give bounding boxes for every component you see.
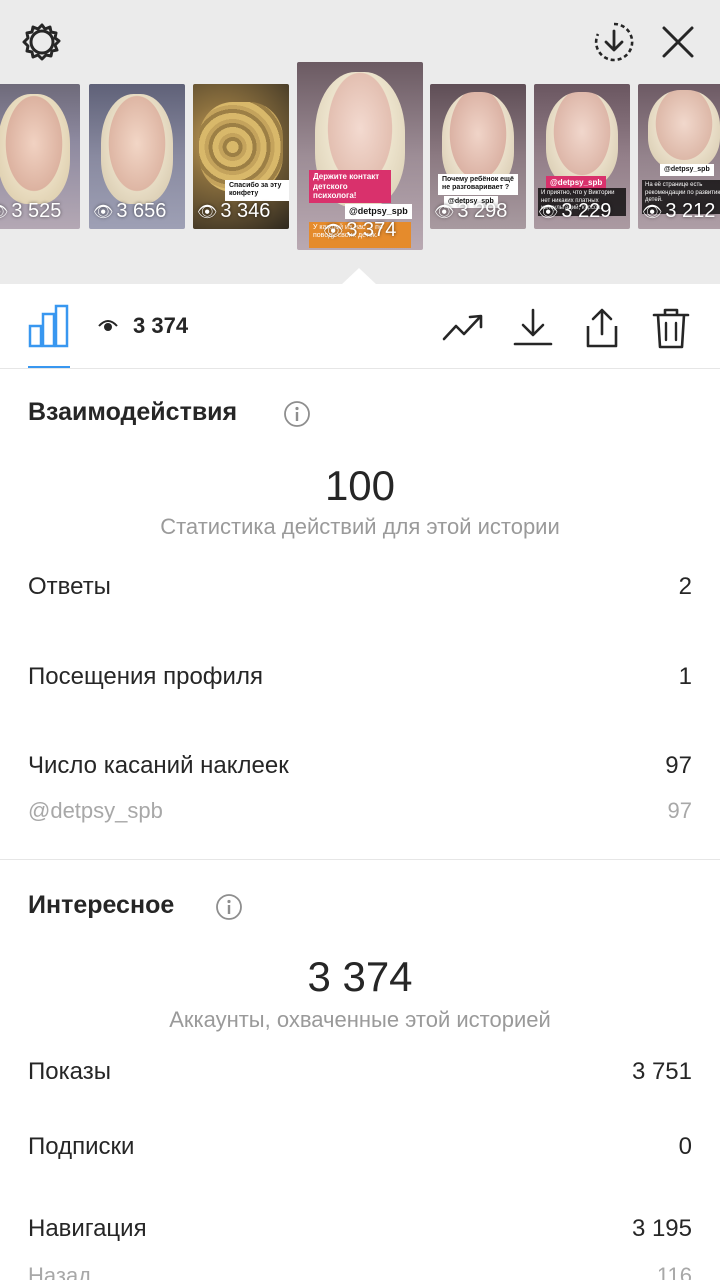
download-circle-icon[interactable] xyxy=(592,20,636,64)
story-mention: @detpsy_spb xyxy=(345,204,412,219)
story-caption: Держите контакт детского психолога! xyxy=(309,170,391,203)
story-caption: Почему ребёнок ещё не разговаривает ? xyxy=(438,174,518,195)
story-image xyxy=(546,92,618,187)
trending-icon[interactable] xyxy=(441,306,485,350)
sticker-taps-label: Число касаний наклеек xyxy=(28,752,289,779)
insights-sheet xyxy=(0,284,720,1280)
discovery-subtitle: Аккаунты, охваченные этой историей xyxy=(169,1007,551,1032)
story-image xyxy=(101,94,173,204)
info-icon[interactable] xyxy=(283,400,311,428)
eye-icon xyxy=(98,320,118,331)
trash-icon[interactable] xyxy=(649,306,693,350)
profile-visits-value: 1 xyxy=(678,663,692,690)
follows-value: 0 xyxy=(678,1133,692,1160)
selected-story-pointer xyxy=(341,268,377,285)
impressions-label: Показы xyxy=(28,1058,111,1085)
story-thumbnail-selected[interactable]: Держите контакт детского психолога! @det… xyxy=(297,62,423,250)
story-views: 👁 3 298 xyxy=(434,200,508,222)
profile-visits-label: Посещения профиля xyxy=(28,663,263,690)
story-image xyxy=(199,102,283,192)
mention-sticker-label: @detpsy_spb xyxy=(28,798,163,823)
sticker-taps-value: 97 xyxy=(665,752,692,779)
impressions-value: 3 751 xyxy=(631,1058,692,1085)
replies-label: Ответы xyxy=(28,573,111,600)
story-views: 👁3 525 xyxy=(0,200,62,222)
download-icon[interactable] xyxy=(511,306,555,350)
navigation-value: 3 195 xyxy=(631,1215,692,1242)
story-caption: Спасибо за эту конфету xyxy=(225,180,289,201)
story-strip: 👁3 525 👁3 656 Спасибо за эту конфету 👁3 … xyxy=(0,0,720,284)
mention-sticker-value: 97 xyxy=(667,798,692,823)
story-views: 👁 3 229 xyxy=(538,200,612,222)
insights-toolbar: 3 374 xyxy=(0,284,720,369)
share-icon[interactable] xyxy=(580,306,624,350)
interactions-title: Взаимодействия xyxy=(28,398,238,426)
navigation-label: Навигация xyxy=(28,1215,147,1242)
tab-insights[interactable] xyxy=(28,304,70,368)
discovery-title: Интересное xyxy=(28,891,175,919)
story-thumbnail[interactable]: 👁 3 656 xyxy=(89,84,185,229)
interactions-subtitle: Статистика действий для этой истории xyxy=(160,514,560,539)
close-icon[interactable] xyxy=(656,20,700,64)
gear-icon[interactable] xyxy=(20,20,64,64)
interactions-total: 100 xyxy=(324,462,396,509)
story-mention: @detpsy_spb xyxy=(660,164,714,177)
section-divider xyxy=(0,859,720,860)
story-views: 👁 3 656 xyxy=(93,200,167,222)
story-thumbnail[interactable]: Почему ребёнок ещё не разговаривает ? @d… xyxy=(430,84,526,229)
story-views: 👁 3 374 xyxy=(323,219,397,241)
back-value: 116 xyxy=(656,1263,692,1280)
story-thumbnail[interactable]: 👁3 525 xyxy=(0,84,80,229)
story-image xyxy=(0,94,70,204)
story-image xyxy=(648,90,720,170)
story-views: 👁 3 212 xyxy=(642,200,716,222)
info-icon[interactable] xyxy=(215,893,243,921)
follows-label: Подписки xyxy=(28,1133,135,1160)
story-thumbnail[interactable]: Спасибо за эту конфету 👁 3 346 xyxy=(193,84,289,229)
story-thumbnail[interactable]: @detpsy_spb На её странице есть рекоменд… xyxy=(638,84,720,229)
back-label: Назад xyxy=(28,1263,92,1280)
replies-value: 2 xyxy=(678,573,692,600)
discovery-total: 3 374 xyxy=(307,953,413,1000)
story-views: 👁 3 346 xyxy=(197,200,271,222)
story-thumbnail[interactable]: @detpsy_spb И приятно, что у Виктории не… xyxy=(534,84,630,229)
tab-indicator xyxy=(28,366,70,368)
viewers-count[interactable]: 3 374 xyxy=(133,313,188,339)
bar-chart-icon xyxy=(28,304,69,348)
